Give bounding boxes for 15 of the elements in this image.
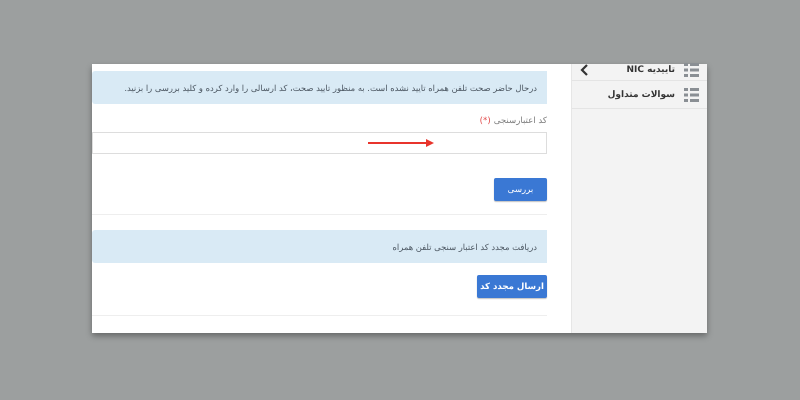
list-icon <box>684 63 699 77</box>
sidebar-item[interactable]: سوالات متداول <box>572 81 707 109</box>
list-icon <box>684 88 699 102</box>
input-field[interactable] <box>92 132 547 154</box>
info-alert: دریافت مجدد کد اعتبار سنجی تلفن همراه <box>92 230 547 263</box>
arrow-icon <box>368 139 434 147</box>
sidebar-label: سوالات متداول <box>608 90 675 100</box>
field-label: کد اعتبارسنجی <box>494 116 547 126</box>
check-button[interactable]: بررسی <box>494 178 547 201</box>
required-mark: (*) <box>480 116 491 126</box>
info-alert: درحال حاضر صحت تلفن همراه تایید نشده است. به منظور تایید صحت، کد ارسالی را وارد کرده و کلید بررسی را بزنید. <box>92 71 547 104</box>
resend-button[interactable]: ارسال مجدد کد <box>477 275 547 298</box>
sidebar-label: تاییدیه NIC <box>626 65 675 75</box>
chevron-left-icon <box>580 64 588 76</box>
sidebar-item[interactable]: تاییدیه NIC <box>572 60 707 81</box>
